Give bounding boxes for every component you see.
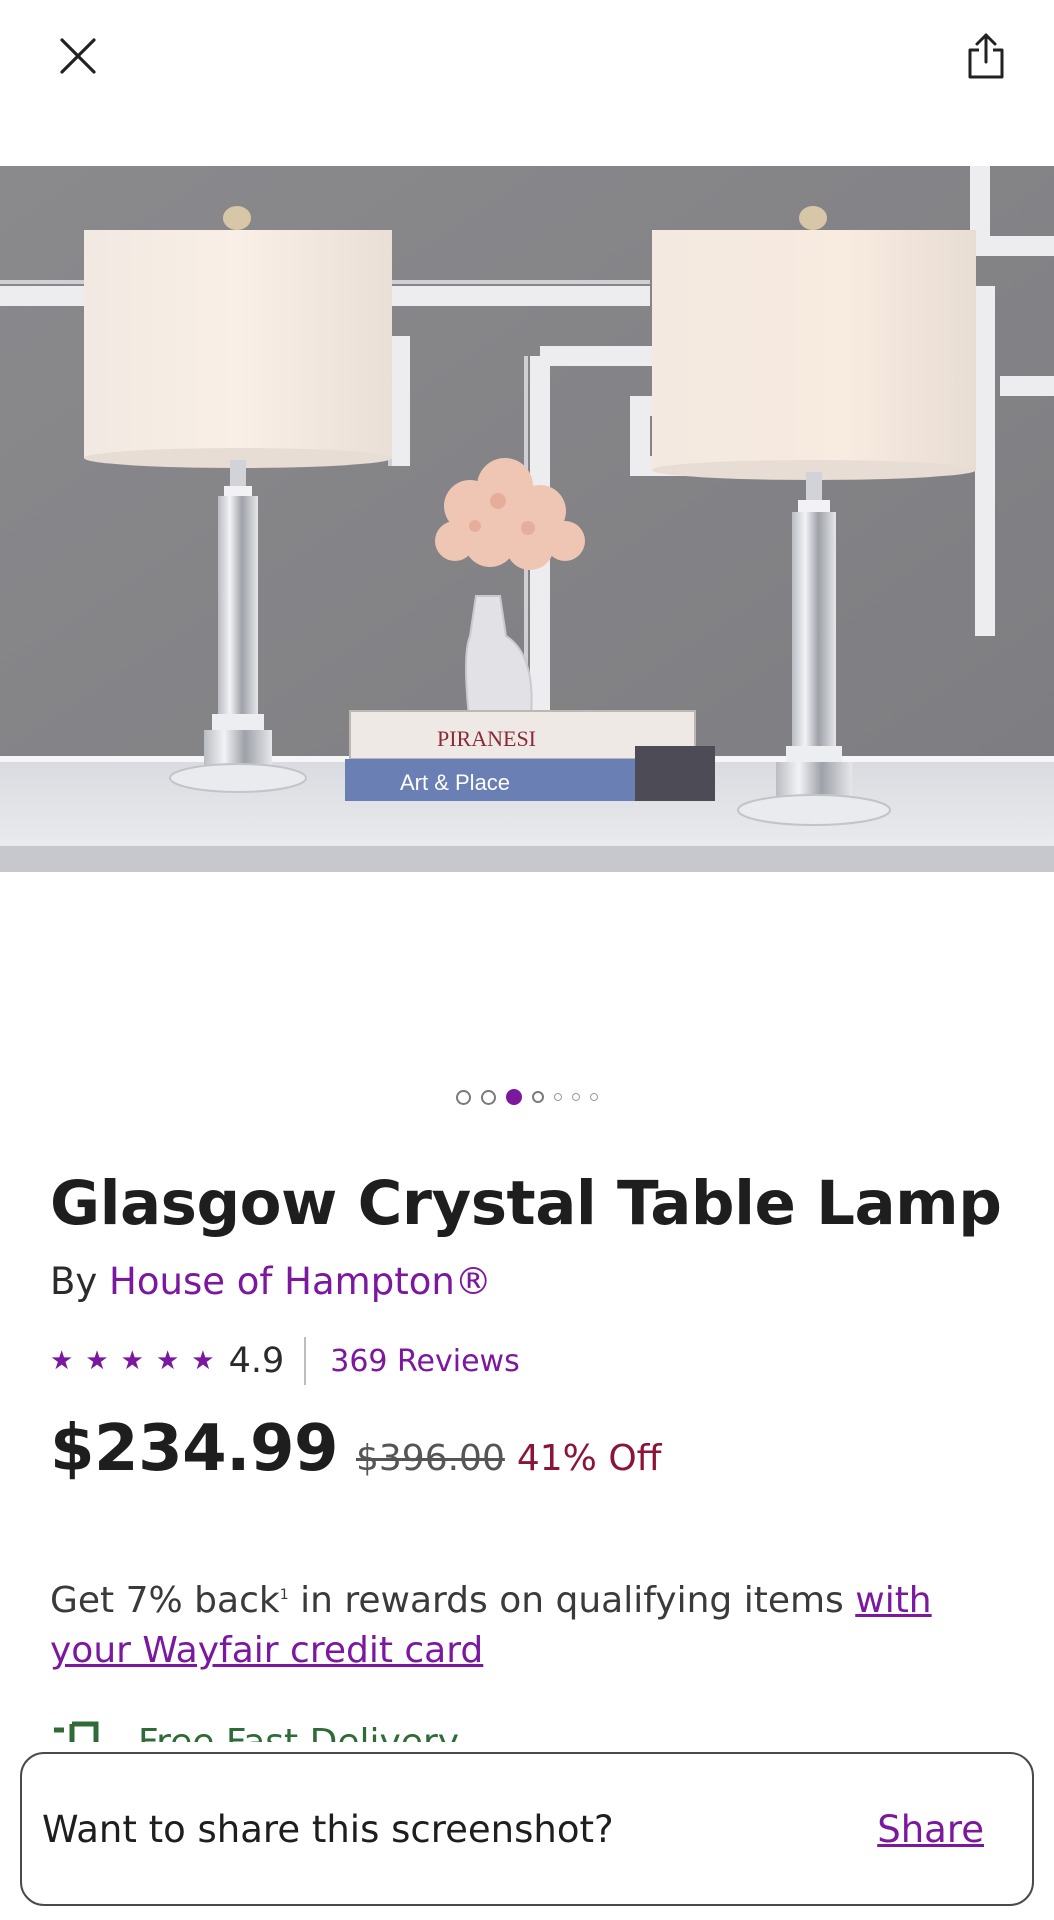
book-title-bottom: Art & Place bbox=[400, 770, 510, 795]
star-icon: ★ bbox=[85, 1346, 109, 1376]
toast-message: Want to share this screenshot? bbox=[42, 1807, 614, 1851]
product-photo: PIRANESI Art & Place bbox=[0, 166, 1054, 872]
brand-byline: By House of Hampton® bbox=[50, 1260, 492, 1303]
by-label: By bbox=[50, 1260, 98, 1303]
share-screenshot-toast: Want to share this screenshot? Share bbox=[20, 1752, 1034, 1906]
delivery-row: Free Fast Delivery bbox=[50, 1716, 459, 1742]
star-icon: ★ bbox=[120, 1346, 144, 1376]
share-button[interactable] bbox=[958, 24, 1014, 88]
product-image[interactable]: PIRANESI Art & Place bbox=[0, 166, 1054, 872]
star-icon: ★ bbox=[191, 1346, 215, 1376]
product-title: Glasgow Crystal Table Lamp bbox=[50, 1168, 1002, 1239]
star-rating: ★ ★ ★ ★ ★ bbox=[50, 1348, 215, 1374]
brand-link[interactable]: House of Hampton® bbox=[109, 1260, 492, 1303]
book-title-top: PIRANESI bbox=[437, 726, 536, 751]
carousel-dot[interactable] bbox=[590, 1093, 598, 1101]
discount-badge: 41% Off bbox=[516, 1438, 662, 1479]
carousel-dot[interactable] bbox=[572, 1093, 580, 1101]
star-icon: ★ bbox=[50, 1346, 74, 1376]
carousel-dot[interactable] bbox=[481, 1089, 496, 1105]
carousel-dot[interactable] bbox=[532, 1091, 544, 1103]
sale-price: $234.99 bbox=[50, 1412, 339, 1486]
close-button[interactable] bbox=[50, 28, 106, 84]
original-price: $396.00 bbox=[356, 1438, 505, 1479]
share-link[interactable]: Share bbox=[877, 1808, 984, 1851]
carousel-dot[interactable] bbox=[456, 1089, 471, 1105]
divider bbox=[304, 1337, 307, 1385]
rewards-text-cont: in rewards on qualifying items bbox=[288, 1580, 856, 1621]
rating-row[interactable]: ★ ★ ★ ★ ★ 4.9 369 Reviews bbox=[50, 1337, 520, 1385]
rating-value: 4.9 bbox=[228, 1341, 285, 1381]
truck-icon bbox=[54, 1721, 99, 1742]
top-bar bbox=[0, 0, 1054, 166]
rewards-promo: Get 7% back1 in rewards on qualifying it… bbox=[50, 1576, 1010, 1676]
share-icon bbox=[968, 33, 1004, 79]
price-row: $234.99 $396.00 41% Off bbox=[50, 1412, 661, 1486]
rewards-footnote: 1 bbox=[279, 1587, 289, 1603]
carousel-dot[interactable] bbox=[554, 1093, 562, 1101]
delivery-text: Free Fast Delivery bbox=[138, 1722, 459, 1742]
carousel-indicator[interactable] bbox=[0, 1086, 1054, 1108]
close-icon bbox=[60, 38, 96, 74]
reviews-link[interactable]: 369 Reviews bbox=[330, 1344, 519, 1379]
carousel-dot-active[interactable] bbox=[506, 1089, 522, 1105]
rewards-text: Get 7% back bbox=[50, 1580, 280, 1621]
star-icon: ★ bbox=[155, 1346, 180, 1376]
